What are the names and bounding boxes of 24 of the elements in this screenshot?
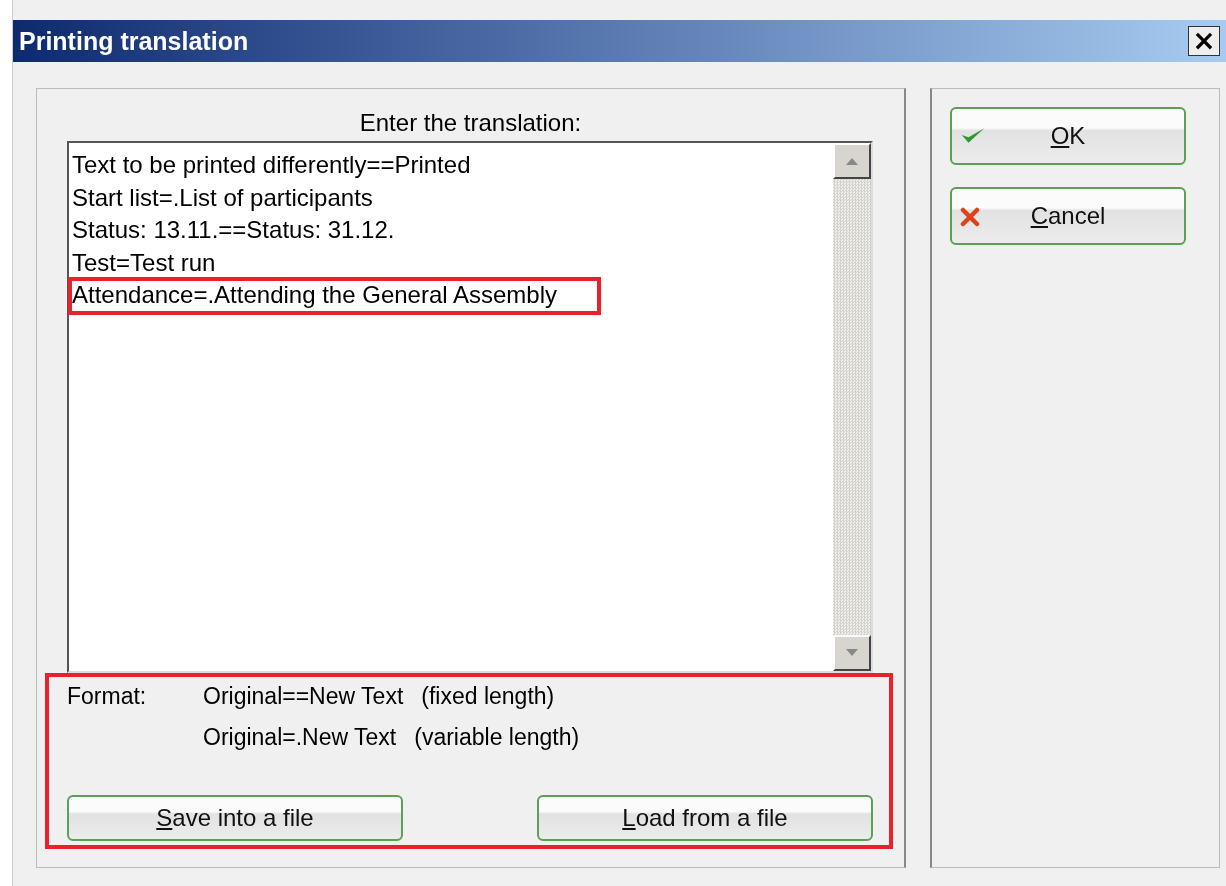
close-icon: [960, 207, 980, 227]
ok-button[interactable]: OK: [950, 107, 1186, 165]
text-line: Status: 13.11.==Status: 31.12.: [71, 215, 396, 245]
scroll-up-button[interactable]: [833, 143, 871, 179]
window-title: Printing translation: [19, 26, 249, 56]
text-line: Text to be printed differently==Printed: [71, 150, 472, 180]
format-note: (fixed length): [421, 683, 555, 710]
scroll-down-button[interactable]: [833, 635, 871, 671]
close-button[interactable]: ×: [1188, 26, 1220, 56]
text-line: Start list=.List of participants: [71, 182, 374, 213]
down-triangle-icon: [844, 648, 860, 658]
file-button[interactable]: Load from a file: [537, 795, 873, 841]
up-triangle-icon: [844, 156, 860, 166]
format-label: Format:: [67, 683, 148, 710]
format-pattern: Original==New Text: [203, 683, 404, 710]
translation-text-area[interactable]: Text to be printed differently==Printed Start list=.List of participants Status: 13.11.==Status: 31.12. Test=Test run Attendance=.Attending the General Assembly: [67, 141, 873, 673]
format-pattern: Original=.New Text: [203, 724, 397, 751]
format-note: (variable length): [414, 724, 580, 751]
cancel-button[interactable]: Cancel: [950, 187, 1186, 245]
checkmark-icon: [960, 127, 986, 145]
text-line: Test=Test run: [71, 247, 217, 278]
editor-label: Enter the translation:: [359, 109, 582, 137]
scrollbar[interactable]: [833, 143, 871, 671]
file-button[interactable]: Save into a file: [67, 795, 403, 841]
